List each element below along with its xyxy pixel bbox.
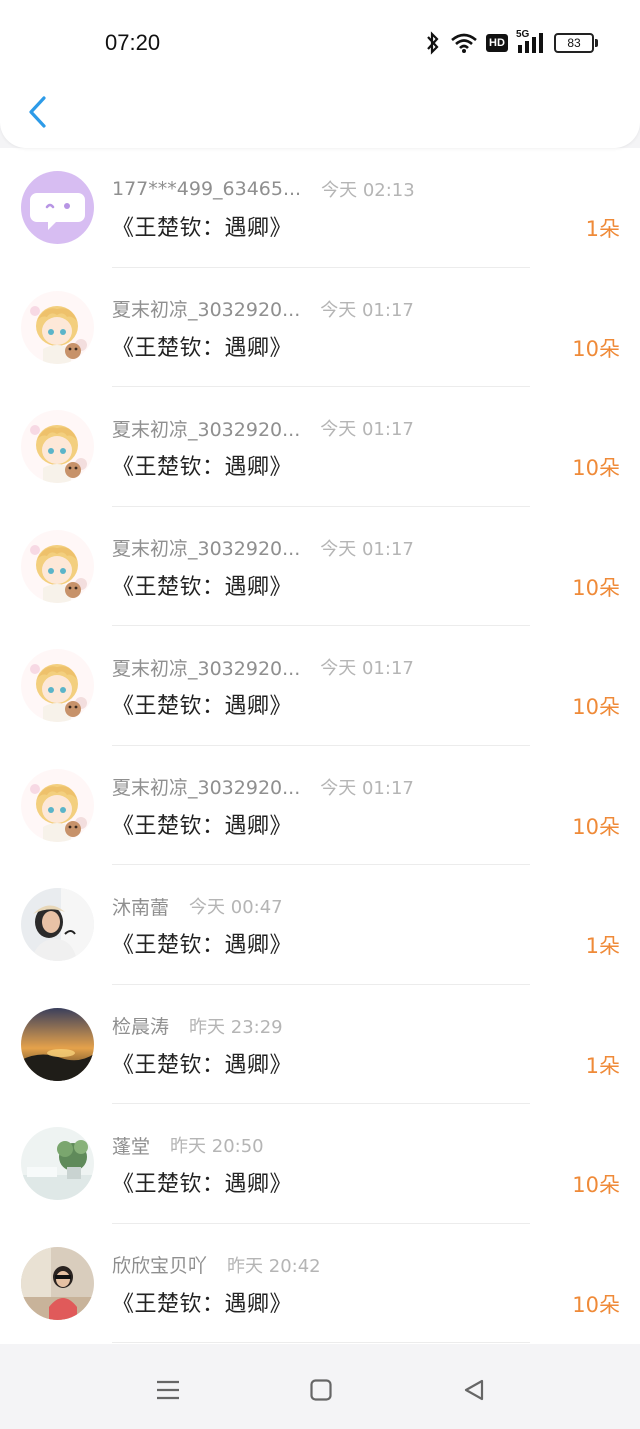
- book-title: 《王楚钦：遇卿》: [112, 933, 293, 958]
- flower-count: 1朵: [585, 1053, 620, 1078]
- list-item[interactable]: 夏末初凉_3032920... 今天 01:17 《王楚钦：遇卿》 10朵: [0, 507, 640, 626]
- back-triangle-icon: [464, 1379, 484, 1401]
- avatar[interactable]: [21, 1246, 94, 1320]
- bluetooth-icon: [424, 31, 442, 55]
- book-title: 《王楚钦：遇卿》: [112, 1291, 293, 1317]
- top-header: 07:20 HD 5G 83: [0, 0, 640, 148]
- status-time: 07:20: [105, 30, 161, 55]
- list-item[interactable]: 夏末初凉_3032920... 今天 01:17 《王楚钦：遇卿》 10朵: [0, 268, 640, 387]
- item-meta: 夏末初凉_3032920... 今天 01:17: [112, 775, 414, 799]
- avatar[interactable]: [21, 171, 94, 244]
- book-title: 《王楚钦：遇卿》: [112, 1052, 293, 1078]
- flower-count: 1朵: [585, 217, 620, 241]
- timestamp: 今天 01:17: [320, 658, 414, 679]
- back-nav-button[interactable]: [457, 1373, 491, 1407]
- item-meta: 夏末初凉_3032920... 今天 01:17: [112, 536, 414, 560]
- chevron-left-icon: [29, 96, 46, 128]
- timestamp: 昨天 20:42: [227, 1255, 321, 1277]
- flower-count: 10朵: [572, 695, 620, 719]
- avatar[interactable]: [21, 888, 94, 961]
- divider: [112, 1342, 530, 1343]
- book-title: 《王楚钦：遇卿》: [112, 1172, 293, 1197]
- avatar[interactable]: [21, 768, 94, 842]
- list-item[interactable]: 蓬堂 昨天 20:50 《王楚钦：遇卿》 10朵: [0, 1104, 640, 1224]
- username[interactable]: 夏末初凉_3032920...: [112, 415, 300, 442]
- menu-icon: [157, 1380, 179, 1400]
- home-button[interactable]: [304, 1373, 338, 1407]
- username[interactable]: 检晨涛: [112, 1012, 169, 1039]
- list-item[interactable]: 沐南蕾 今天 00:47 《王楚钦：遇卿》 1朵: [0, 865, 640, 985]
- username[interactable]: 欣欣宝贝吖: [112, 1251, 207, 1278]
- avatar[interactable]: [21, 1007, 94, 1081]
- 5g-signal-icon: 5G: [516, 29, 546, 55]
- flower-count: 10朵: [572, 814, 620, 839]
- avatar[interactable]: [21, 529, 94, 603]
- flower-count: 10朵: [572, 336, 620, 361]
- flower-count: 10朵: [572, 456, 620, 480]
- list-item[interactable]: 欣欣宝贝吖 昨天 20:42 《王楚钦：遇卿》 10朵: [0, 1224, 640, 1343]
- flower-count: 10朵: [572, 575, 620, 600]
- flower-count: 10朵: [572, 1292, 620, 1317]
- username[interactable]: 夏末初凉_3032920...: [112, 295, 300, 322]
- back-button[interactable]: [20, 92, 54, 132]
- home-square-icon: [310, 1379, 332, 1401]
- username[interactable]: 沐南蕾: [112, 893, 169, 920]
- list-item[interactable]: 夏末初凉_3032920... 今天 01:17 《王楚钦：遇卿》 10朵: [0, 387, 640, 507]
- flower-list: 177***499_63465... 今天 02:13 《王楚钦：遇卿》 1朵 夏末初凉…: [0, 148, 640, 1344]
- username[interactable]: 夏末初凉_3032920...: [112, 654, 300, 681]
- username[interactable]: 蓬堂: [112, 1132, 150, 1159]
- timestamp: 昨天 20:50: [170, 1136, 264, 1157]
- item-meta: 夏末初凉_3032920... 今天 01:17: [112, 654, 414, 681]
- avatar[interactable]: [21, 410, 94, 483]
- item-meta: 沐南蕾 今天 00:47: [112, 893, 283, 920]
- book-title: 《王楚钦：遇卿》: [112, 455, 293, 480]
- book-title: 《王楚钦：遇卿》: [112, 694, 293, 719]
- timestamp: 今天 01:17: [320, 419, 414, 440]
- item-meta: 蓬堂 昨天 20:50: [112, 1132, 264, 1159]
- avatar[interactable]: [21, 649, 94, 722]
- battery-icon: 83: [554, 33, 598, 53]
- username[interactable]: 177***499_63465...: [112, 178, 301, 200]
- timestamp: 今天 01:17: [320, 777, 414, 799]
- avatar[interactable]: [21, 290, 94, 364]
- list-item[interactable]: 检晨涛 昨天 23:29 《王楚钦：遇卿》 1朵: [0, 985, 640, 1104]
- flower-count: 1朵: [585, 934, 620, 958]
- status-icons: HD 5G 83: [424, 29, 598, 56]
- hd-badge: HD: [486, 34, 508, 52]
- item-meta: 检晨涛 昨天 23:29: [112, 1014, 283, 1038]
- list-item[interactable]: 177***499_63465... 今天 02:13 《王楚钦：遇卿》 1朵: [0, 148, 640, 268]
- wifi-icon: [450, 32, 478, 54]
- system-nav-bar: [0, 1344, 640, 1429]
- username[interactable]: 夏末初凉_3032920...: [112, 534, 300, 561]
- menu-button[interactable]: [151, 1373, 185, 1407]
- item-meta: 177***499_63465... 今天 02:13: [112, 177, 415, 201]
- item-meta: 欣欣宝贝吖 昨天 20:42: [112, 1253, 321, 1277]
- username[interactable]: 夏末初凉_3032920...: [112, 773, 300, 800]
- list-item[interactable]: 夏末初凉_3032920... 今天 01:17 《王楚钦：遇卿》 10朵: [0, 626, 640, 746]
- avatar[interactable]: [21, 1127, 94, 1200]
- timestamp: 今天 01:17: [320, 299, 414, 321]
- item-meta: 夏末初凉_3032920... 今天 01:17: [112, 297, 414, 321]
- book-title: 《王楚钦：遇卿》: [112, 574, 293, 600]
- flower-count: 10朵: [572, 1173, 620, 1197]
- timestamp: 今天 02:13: [321, 180, 415, 201]
- item-meta: 夏末初凉_3032920... 今天 01:17: [112, 415, 414, 442]
- timestamp: 今天 01:17: [320, 538, 414, 560]
- timestamp: 昨天 23:29: [189, 1016, 283, 1038]
- book-title: 《王楚钦：遇卿》: [112, 813, 293, 839]
- timestamp: 今天 00:47: [189, 897, 283, 918]
- book-title: 《王楚钦：遇卿》: [112, 335, 293, 361]
- book-title: 《王楚钦：遇卿》: [112, 216, 293, 241]
- list-item[interactable]: 夏末初凉_3032920... 今天 01:17 《王楚钦：遇卿》 10朵: [0, 746, 640, 865]
